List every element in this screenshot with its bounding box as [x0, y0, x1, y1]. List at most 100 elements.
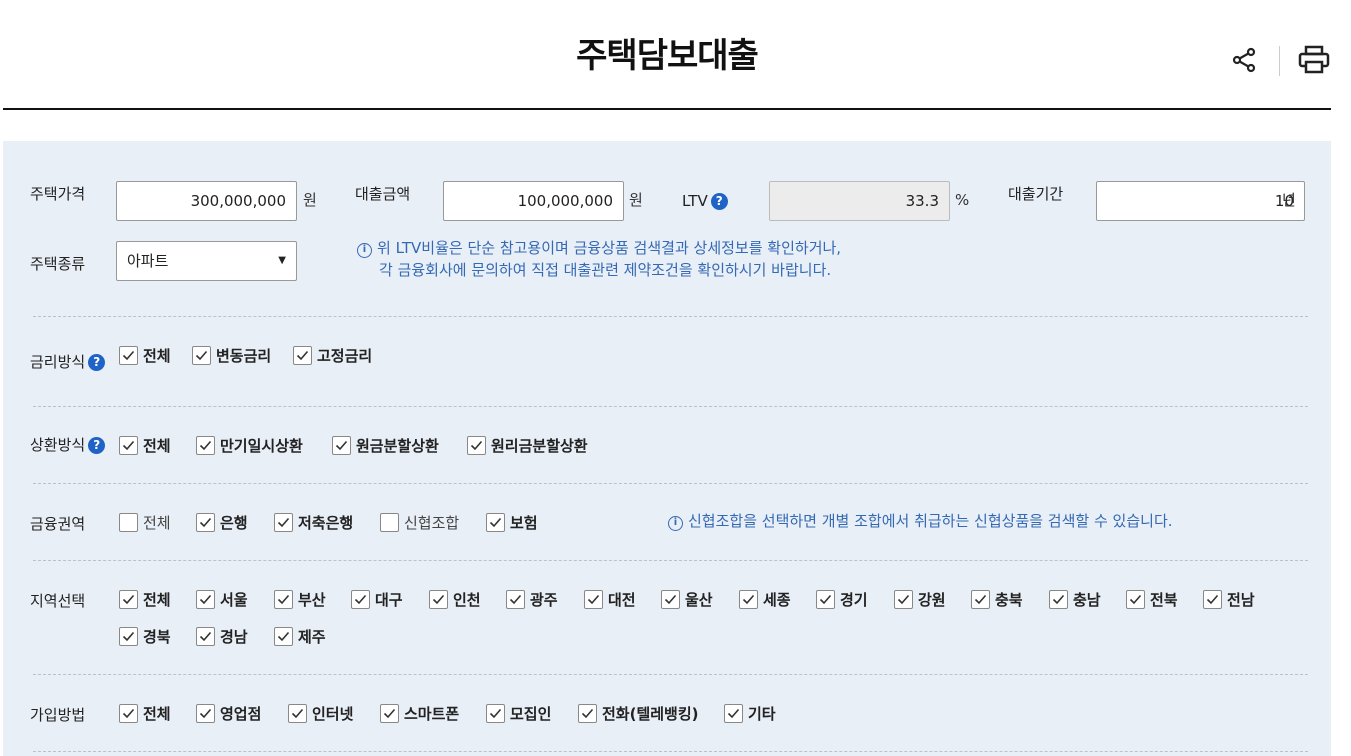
ltv-notice-line2: 각 금융회사에 문의하여 직접 대출관련 제약조건을 확인하시기 바랍니다.	[379, 261, 832, 279]
checkbox-label: 전남	[1227, 591, 1255, 609]
checkbox-region-sejong[interactable]: 세종	[739, 589, 791, 610]
checkbox-label: 전체	[143, 591, 171, 609]
checkbox-repay-bullet[interactable]: 만기일시상환	[196, 435, 303, 456]
checkbox-check-icon	[971, 590, 990, 609]
checkbox-check-icon	[584, 590, 603, 609]
checkbox-rate-fixed[interactable]: 고정금리	[293, 345, 372, 366]
checkbox-region-seoul[interactable]: 서울	[196, 589, 248, 610]
checkbox-fin-credit-union[interactable]: 신협조합	[380, 512, 459, 533]
checkbox-check-icon	[1203, 590, 1222, 609]
checkbox-check-icon	[293, 346, 312, 365]
section-divider	[33, 674, 1308, 675]
checkbox-check-icon	[196, 436, 215, 455]
checkbox-join-other[interactable]: 기타	[724, 703, 776, 724]
checkbox-label: 광주	[530, 591, 558, 609]
checkbox-check-icon	[119, 590, 138, 609]
share-icon[interactable]	[1228, 44, 1260, 76]
checkbox-label: 서울	[220, 591, 248, 609]
ltv-notice: i 위 LTV비율은 단순 참고용이며 금융상품 검색결과 상세정보를 확인하거나…	[357, 237, 841, 281]
checkbox-region-chungnam[interactable]: 충남	[1049, 589, 1101, 610]
checkbox-region-gyeongnam[interactable]: 경남	[196, 626, 248, 647]
checkbox-label: 변동금리	[216, 347, 272, 365]
join-method-label: 가입방법	[30, 706, 86, 724]
checkbox-fin-bank[interactable]: 은행	[196, 512, 248, 533]
fin-area-label: 금융권역	[30, 515, 86, 533]
checkbox-region-all[interactable]: 전체	[119, 589, 171, 610]
checkbox-region-daejeon[interactable]: 대전	[584, 589, 636, 610]
loan-amount-label: 대출금액	[355, 185, 411, 203]
checkbox-region-chungbuk[interactable]: 충북	[971, 589, 1023, 610]
loan-amount-input[interactable]: 100,000,000	[443, 181, 624, 221]
checkbox-region-incheon[interactable]: 인천	[429, 589, 481, 610]
checkbox-check-icon	[429, 590, 448, 609]
checkbox-label: 충북	[995, 591, 1023, 609]
checkbox-check-icon	[274, 627, 293, 646]
checkbox-fin-all[interactable]: 전체	[119, 512, 171, 533]
checkbox-check-icon	[380, 704, 399, 723]
checkbox-label: 인천	[453, 591, 481, 609]
rate-type-label: 금리방식?	[30, 351, 106, 372]
checkbox-repay-all[interactable]: 전체	[119, 435, 171, 456]
checkbox-repay-principal[interactable]: 원금분할상환	[332, 435, 439, 456]
checkbox-region-busan[interactable]: 부산	[274, 589, 326, 610]
checkbox-join-branch[interactable]: 영업점	[196, 703, 261, 724]
checkbox-label: 경남	[220, 628, 248, 646]
checkbox-region-jeonnam[interactable]: 전남	[1203, 589, 1255, 610]
checkbox-check-icon	[274, 590, 293, 609]
checkbox-check-icon	[506, 590, 525, 609]
checkbox-label: 대구	[375, 591, 403, 609]
checkbox-region-gyeongbuk[interactable]: 경북	[119, 626, 171, 647]
checkbox-fin-savings-bank[interactable]: 저축은행	[274, 512, 353, 533]
checkbox-region-jeonbuk[interactable]: 전북	[1126, 589, 1178, 610]
checkbox-join-agent[interactable]: 모집인	[486, 703, 551, 724]
help-icon[interactable]: ?	[88, 437, 106, 454]
ltv-label-text: LTV	[682, 192, 708, 210]
checkbox-label: 보험	[510, 514, 538, 532]
loan-amount-unit: 원	[629, 191, 643, 209]
checkbox-region-gyeonggi[interactable]: 경기	[816, 589, 868, 610]
help-icon[interactable]: ?	[88, 354, 106, 371]
checkbox-label: 영업점	[220, 705, 262, 723]
house-price-input[interactable]: 300,000,000	[116, 181, 297, 221]
checkbox-check-icon	[894, 590, 913, 609]
checkbox-join-smartphone[interactable]: 스마트폰	[380, 703, 459, 724]
house-type-value: 아파트	[127, 252, 169, 270]
checkbox-fin-insurance[interactable]: 보험	[486, 512, 538, 533]
loan-period-input[interactable]: 10	[1096, 181, 1305, 221]
section-divider	[33, 406, 1308, 407]
section-divider	[33, 316, 1308, 317]
loan-period-unit: 년	[1282, 191, 1296, 209]
house-type-label: 주택종류	[30, 255, 86, 273]
checkbox-join-all[interactable]: 전체	[119, 703, 171, 724]
search-panel: 주택가격 300,000,000 원 대출금액 100,000,000 원 LT…	[3, 141, 1331, 756]
print-icon[interactable]	[1298, 44, 1330, 76]
checkbox-region-jeju[interactable]: 제주	[274, 626, 326, 647]
checkbox-region-ulsan[interactable]: 울산	[661, 589, 713, 610]
checkbox-region-gwangju[interactable]: 광주	[506, 589, 558, 610]
checkbox-rate-variable[interactable]: 변동금리	[192, 345, 271, 366]
section-divider	[33, 560, 1308, 561]
checkbox-label: 대전	[608, 591, 636, 609]
checkbox-repay-installment[interactable]: 원리금분할상환	[467, 435, 588, 456]
checkbox-join-internet[interactable]: 인터넷	[288, 703, 353, 724]
help-icon[interactable]: ?	[710, 193, 728, 210]
ltv-readonly-field: 33.3	[769, 181, 950, 221]
checkbox-label: 경기	[840, 591, 868, 609]
checkbox-join-phone[interactable]: 전화(텔레뱅킹)	[578, 703, 699, 724]
checkbox-check-icon	[192, 346, 211, 365]
header-divider-line	[3, 108, 1331, 110]
checkbox-rate-all[interactable]: 전체	[119, 345, 171, 366]
checkbox-region-daegu[interactable]: 대구	[351, 589, 403, 610]
checkbox-label: 전체	[143, 514, 171, 532]
checkbox-check-icon	[119, 346, 138, 365]
repay-type-label-text: 상환방식	[30, 436, 86, 454]
page-header: 주택담보대출	[0, 0, 1351, 110]
checkbox-check-icon	[119, 436, 138, 455]
checkbox-label: 원금분할상환	[356, 437, 439, 455]
checkbox-check-icon	[724, 704, 743, 723]
checkbox-region-gangwon[interactable]: 강원	[894, 589, 946, 610]
checkbox-label: 전북	[1150, 591, 1178, 609]
loan-period-label: 대출기간	[1008, 185, 1064, 203]
house-type-select[interactable]: 아파트 ▼	[116, 241, 297, 281]
checkbox-check-icon	[739, 590, 758, 609]
